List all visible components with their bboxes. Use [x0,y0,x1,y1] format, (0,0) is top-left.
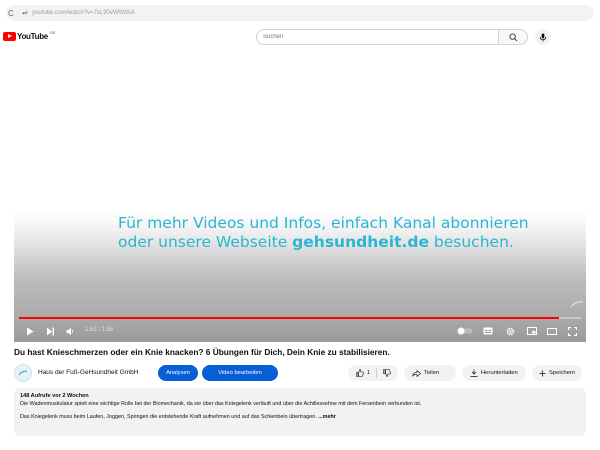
description-line-2: Das Kniegelenk muss beim Laufen, Joggen,… [20,414,580,420]
save-button[interactable]: Speichern [532,365,582,381]
like-count: 1 [367,370,371,376]
download-label: Herunterladen [481,370,518,376]
plus-icon [539,370,546,377]
subtitles-button[interactable] [482,325,494,337]
theater-mode-icon [547,327,557,335]
reload-icon[interactable]: C [8,9,22,18]
site-info-icon[interactable]: ⇌ [22,9,32,17]
time-display: 1:52 / 1:56 [85,327,114,333]
theater-mode-button[interactable] [546,325,558,337]
description-box[interactable]: 148 Aufrufe vor 2 Wochen Die Wadenmuskul… [14,388,586,436]
search-input[interactable] [256,29,499,45]
channel-logo-icon [18,370,28,376]
video-title: Du hast Knieschmerzen oder ein Knie knac… [14,347,390,357]
masthead: YouTube DE [0,26,600,50]
progress-bar-played[interactable] [19,317,559,319]
save-label: Speichern [549,370,576,376]
search-box [256,29,528,45]
video-player[interactable]: Für mehr Videos und Infos, einfach Kanal… [14,52,586,342]
voice-search-button[interactable] [535,29,551,45]
share-label: Teilen [424,370,440,376]
logo-country-code: DE [49,30,56,35]
youtube-logo[interactable]: YouTube DE [3,30,56,41]
miniplayer-button[interactable] [526,325,538,337]
dislike-button[interactable] [383,369,391,377]
miniplayer-icon [527,327,537,335]
like-dislike-segment: 1 [348,365,398,381]
subtitles-icon [483,327,493,335]
like-divider [376,368,378,378]
overlay-line-1: Für mehr Videos und Infos, einfach Kanal… [118,214,529,232]
share-icon [412,369,421,377]
like-button[interactable] [356,369,364,377]
video-overlay-text: Für mehr Videos und Infos, einfach Kanal… [118,214,538,252]
microphone-icon [539,32,547,42]
address-url[interactable]: youtube.com/watch?v=7xL90vWWdnA [32,10,135,16]
play-icon [27,327,34,335]
share-button[interactable]: Teilen [404,365,456,381]
youtube-play-logo-icon [3,32,16,41]
overlay-line-2: oder unsere Webseite gehsundheit.de besu… [118,233,538,252]
description-line-1: Die Wadenmuskulatur spielt eine wichtige… [20,401,422,407]
view-count-and-date: 148 Aufrufe vor 2 Wochen [20,393,89,399]
search-icon [508,32,517,41]
channel-avatar[interactable] [14,364,32,382]
channel-name[interactable]: Haus der Fuß-GeHsundheit GmbH [38,369,138,376]
gear-icon [506,327,514,335]
download-button[interactable]: Herunterladen [462,365,526,381]
edit-video-button[interactable]: Video bearbeiten [202,365,278,381]
browser-address-bar: C ⇌ youtube.com/watch?v=7xL90vWWdnA [0,0,600,26]
play-button[interactable] [24,325,36,337]
autoplay-toggle[interactable] [456,325,474,337]
overlay-line-2-suffix: besuchen. [428,233,514,251]
fullscreen-button[interactable] [566,325,578,337]
player-controls: 1:52 / 1:56 [14,320,586,342]
next-button[interactable] [44,325,56,337]
thumbs-down-icon [383,369,391,377]
channel-watermark-icon[interactable] [570,300,584,311]
show-more-link[interactable]: ...mehr [318,414,336,420]
download-icon [470,369,478,377]
analytics-button[interactable]: Analysen [158,365,198,381]
owner-row: Haus der Fuß-GeHsundheit GmbH Analysen V… [14,363,586,383]
overlay-line-2-prefix: oder unsere Webseite [118,233,293,251]
volume-icon [66,327,73,335]
overlay-website: gehsundheit.de [292,233,429,251]
autoplay-toggle-icon [457,327,473,335]
thumbs-up-icon [356,369,364,377]
logo-wordmark: YouTube [17,32,48,41]
description-line-2-text: Das Kniegelenk muss beim Laufen, Joggen,… [20,414,319,420]
mute-button[interactable] [64,325,76,337]
settings-button[interactable] [504,325,516,337]
search-button[interactable] [499,29,528,45]
youtube-watch-page: C ⇌ youtube.com/watch?v=7xL90vWWdnA YouT… [0,0,600,450]
fullscreen-icon [567,326,577,336]
next-icon [46,327,54,335]
